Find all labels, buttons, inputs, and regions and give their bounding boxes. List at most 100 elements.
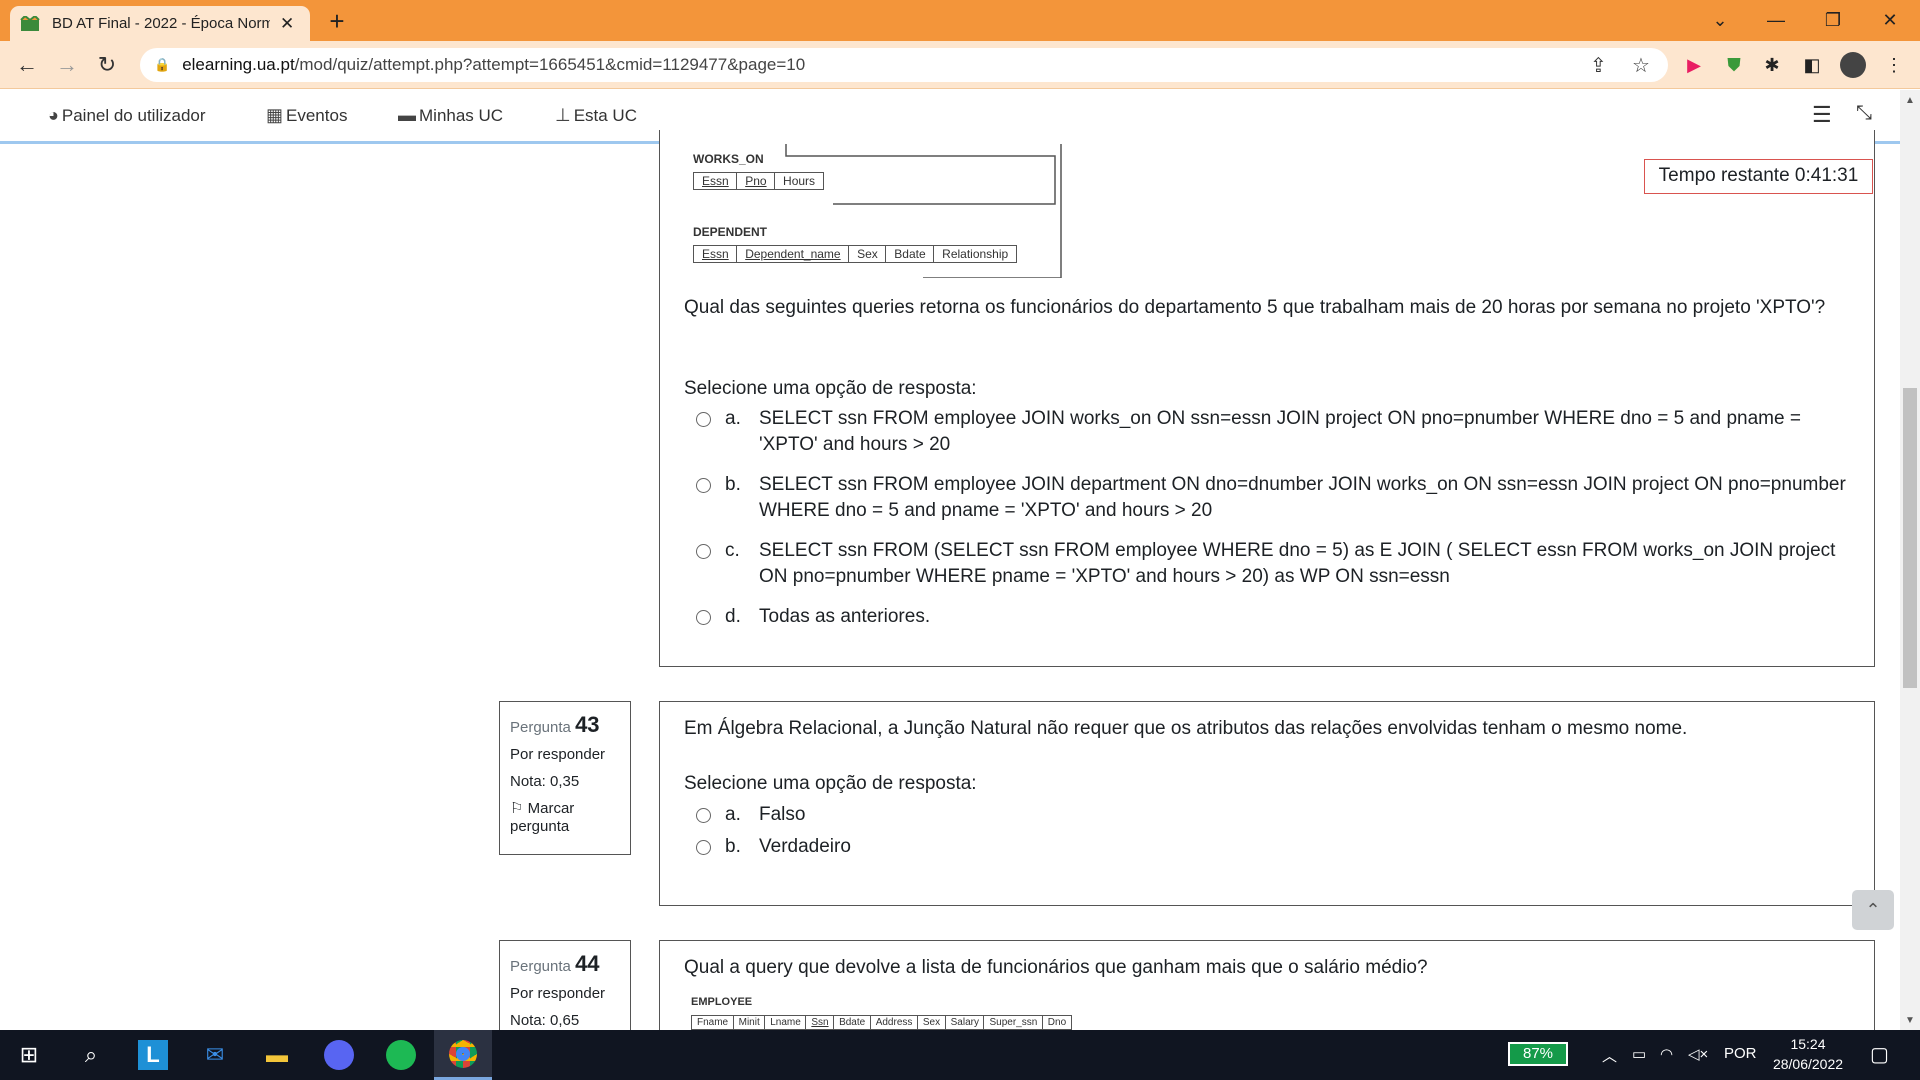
schema-cell: Minit: [732, 1015, 766, 1030]
works-on-label: WORKS_ON: [693, 152, 764, 166]
question-grade: Nota: 0,35: [510, 773, 580, 790]
dependent-label: DEPENDENT: [693, 225, 768, 239]
reload-icon[interactable]: ↻: [92, 50, 122, 80]
question-42-text: Qual das seguintes queries retorna os fu…: [684, 297, 1826, 318]
browser-tab[interactable]: BD AT Final - 2022 - Época Norm ✕: [10, 6, 310, 41]
flag-question-link[interactable]: ⚐ Marcar pergunta: [510, 800, 620, 836]
schema-cell: Dno: [1041, 1015, 1073, 1030]
back-icon[interactable]: ←: [12, 50, 42, 80]
input-language[interactable]: POR: [1724, 1045, 1757, 1062]
mail-icon[interactable]: ✉: [186, 1030, 244, 1080]
quiz-timer: Tempo restante 0:41:31: [1644, 159, 1873, 194]
option-letter: a.: [725, 804, 741, 825]
chrome-menu-icon[interactable]: ⋮: [1882, 53, 1906, 77]
toggle-drawer-icon[interactable]: ☰: [1812, 102, 1832, 128]
side-panel-icon[interactable]: ◧: [1800, 53, 1824, 77]
search-icon[interactable]: ⌕: [62, 1030, 120, 1080]
tab-search-icon[interactable]: ⌄: [1700, 6, 1740, 34]
schema-cell: Pno: [736, 172, 776, 190]
question-label: Pergunta: [510, 958, 571, 975]
battery-icon[interactable]: ▭: [1632, 1045, 1646, 1063]
radio-button[interactable]: [696, 808, 711, 823]
scroll-up-icon[interactable]: ▲: [1900, 92, 1920, 110]
spotify-icon[interactable]: [372, 1030, 430, 1080]
option-text: Falso: [759, 804, 806, 825]
schema-cell: Fname: [691, 1015, 735, 1030]
app-l-icon[interactable]: L: [124, 1030, 182, 1080]
share-icon[interactable]: ⇪: [1590, 53, 1607, 78]
radio-button[interactable]: [696, 412, 711, 427]
extension-shield-icon[interactable]: ⛊: [1722, 53, 1746, 77]
answer-option[interactable]: a. SELECT ssn FROM employee JOIN works_o…: [696, 406, 1852, 458]
question-44-text: Qual a query que devolve a lista de func…: [684, 957, 1428, 978]
schema-image: WORKS_ON Essn Pno Hours DEPENDENT Essn Depe…: [683, 144, 1063, 278]
option-text: SELECT ssn FROM (SELECT ssn FROM employe…: [759, 540, 1836, 587]
question-43-text: Em Álgebra Relacional, a Junção Natural …: [684, 718, 1688, 739]
radio-button[interactable]: [696, 610, 711, 625]
restore-icon[interactable]: ❐: [1813, 6, 1853, 34]
back-to-top-button[interactable]: ⌃: [1852, 890, 1894, 930]
moodle-favicon-icon: [20, 15, 40, 31]
schema-cell: Hours: [774, 172, 825, 190]
schema-cell: Relationship: [933, 245, 1018, 263]
schema-cell: Lname: [764, 1015, 807, 1030]
option-text: SELECT ssn FROM employee JOIN works_on O…: [759, 408, 1801, 455]
volume-icon[interactable]: ◁×: [1688, 1045, 1708, 1063]
collapse-icon[interactable]: ⤡: [1856, 102, 1872, 125]
extensions-puzzle-icon[interactable]: ✱: [1760, 53, 1784, 77]
works-on-columns: Essn Pno Hours: [693, 172, 825, 190]
schema-cell: Essn: [693, 245, 738, 263]
answer-option[interactable]: d. Todas as anteriores.: [696, 604, 1852, 630]
radio-button[interactable]: [696, 544, 711, 559]
schema-cell: Bdate: [885, 245, 935, 263]
answer-option[interactable]: c. SELECT ssn FROM (SELECT ssn FROM empl…: [696, 538, 1852, 590]
nav-events-label: Eventos: [286, 105, 348, 125]
answer-option[interactable]: b. Verdadeiro: [696, 834, 1296, 860]
notifications-icon[interactable]: ▢: [1870, 1042, 1889, 1067]
nav-my-courses[interactable]: ▬ Minhas UC: [398, 105, 503, 126]
profile-avatar[interactable]: [1840, 52, 1866, 78]
forward-icon[interactable]: →: [52, 50, 82, 80]
flag-icon: ⚐: [510, 800, 524, 817]
battery-indicator[interactable]: 87%: [1508, 1042, 1568, 1066]
dashboard-icon: ◕: [48, 105, 59, 125]
new-tab-icon[interactable]: +: [322, 6, 352, 36]
wifi-icon[interactable]: ◠: [1660, 1045, 1673, 1063]
schema-cell: Address: [869, 1015, 919, 1030]
employee-columns: Fname Minit Lname Ssn Bdate Address Sex Salary S…: [691, 1012, 1073, 1030]
nav-dashboard[interactable]: ◕ Painel do utilizador: [48, 105, 206, 126]
question-label: Pergunta: [510, 719, 571, 736]
radio-button[interactable]: [696, 478, 711, 493]
question-number: 43: [575, 712, 600, 737]
window-close-icon[interactable]: ✕: [1870, 6, 1910, 34]
option-text: SELECT ssn FROM employee JOIN department…: [759, 474, 1846, 521]
question-status: Por responder: [510, 746, 606, 763]
radio-button[interactable]: [696, 840, 711, 855]
bookmark-star-icon[interactable]: ☆: [1632, 53, 1650, 78]
scroll-down-icon[interactable]: ▼: [1900, 1012, 1920, 1030]
option-letter: a.: [725, 408, 741, 429]
discord-icon[interactable]: [310, 1030, 368, 1080]
nav-this-course[interactable]: ⊥ Esta UC: [555, 105, 637, 126]
url-domain: elearning.ua.pt: [182, 55, 295, 74]
nav-events[interactable]: ▦ Eventos: [266, 105, 347, 126]
lock-icon: 🔒: [154, 57, 171, 72]
answer-option[interactable]: a. Falso: [696, 802, 1296, 828]
option-letter: d.: [725, 606, 741, 627]
chrome-taskbar-icon[interactable]: [434, 1030, 492, 1080]
tab-title: BD AT Final - 2022 - Época Norm: [52, 15, 270, 32]
file-explorer-icon[interactable]: ▬: [248, 1030, 306, 1080]
windows-start-icon[interactable]: ⊞: [0, 1030, 58, 1080]
answer-option[interactable]: b. SELECT ssn FROM employee JOIN departm…: [696, 472, 1852, 524]
address-bar[interactable]: 🔒 elearning.ua.pt/mod/quiz/attempt.php?a…: [140, 48, 1668, 82]
tab-close-icon[interactable]: ✕: [280, 14, 294, 34]
schema-cell: Dependent_name: [736, 245, 850, 263]
system-clock[interactable]: 15:24 28/06/2022: [1766, 1034, 1850, 1074]
scrollbar-thumb[interactable]: [1903, 388, 1917, 688]
extension-play-icon[interactable]: ▶: [1682, 53, 1706, 77]
nav-dashboard-label: Painel do utilizador: [61, 105, 206, 125]
schema-cell: Salary: [944, 1015, 985, 1030]
minimize-icon[interactable]: —: [1756, 6, 1796, 34]
tray-chevron-icon[interactable]: ︿: [1602, 1045, 1617, 1066]
option-letter: b.: [725, 474, 741, 495]
